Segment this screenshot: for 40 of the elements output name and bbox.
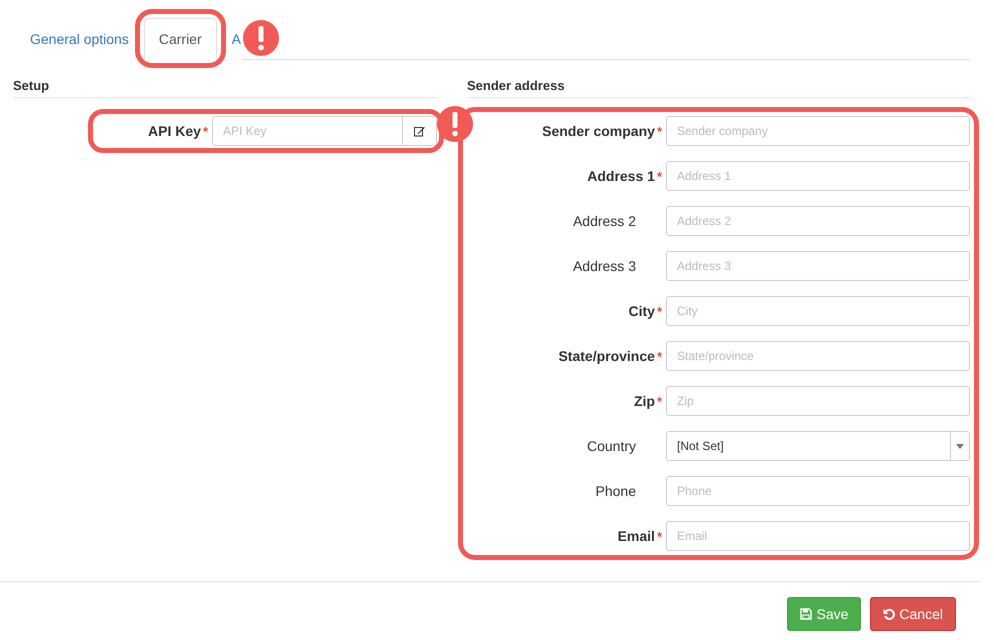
undo-icon (883, 608, 896, 620)
section-heading: Sender address (467, 77, 970, 98)
field-label: City (628, 303, 655, 319)
input-field[interactable]: City (666, 296, 970, 326)
country-select[interactable]: [Not Set] (666, 431, 970, 461)
input-field[interactable]: API Key (212, 116, 403, 146)
required-mark: * (656, 124, 662, 139)
required-mark: * (656, 394, 662, 409)
edit-button[interactable] (403, 116, 437, 146)
required-mark: * (656, 169, 662, 184)
field-label: Email (618, 528, 655, 544)
input-field[interactable]: Address 3 (666, 251, 970, 281)
warning-icon (242, 20, 279, 56)
input-field[interactable]: Sender company (666, 116, 970, 146)
required-mark: * (656, 529, 662, 544)
required-mark: * (656, 304, 662, 319)
field-label: Zip (634, 393, 655, 409)
warning-icon (437, 106, 473, 142)
required-mark: * (202, 124, 208, 139)
field-label: State/province (558, 348, 655, 364)
edit-icon (414, 126, 425, 136)
input-field[interactable]: Email (666, 521, 970, 551)
field-label: Sender company (542, 123, 655, 139)
field-label: Address 2 (572, 213, 636, 229)
field-label: Country (586, 438, 636, 454)
section-heading: Setup (13, 77, 437, 98)
field-label: Address 1 (587, 168, 655, 184)
input-field[interactable]: Zip (666, 386, 970, 416)
cancel-button[interactable]: Cancel (870, 597, 956, 631)
required-mark: * (656, 349, 662, 364)
tab[interactable]: Carrier (144, 18, 217, 60)
field-label: API Key (148, 123, 201, 139)
input-field[interactable]: State/province (666, 341, 970, 371)
input-field[interactable]: Address 1 (666, 161, 970, 191)
save-button[interactable]: Save (787, 597, 862, 631)
input-field[interactable]: Phone (666, 476, 970, 506)
caret-icon (956, 444, 964, 448)
input-field[interactable]: Address 2 (666, 206, 970, 236)
field-label: Address 3 (572, 258, 636, 274)
field-label: Phone (596, 483, 636, 499)
